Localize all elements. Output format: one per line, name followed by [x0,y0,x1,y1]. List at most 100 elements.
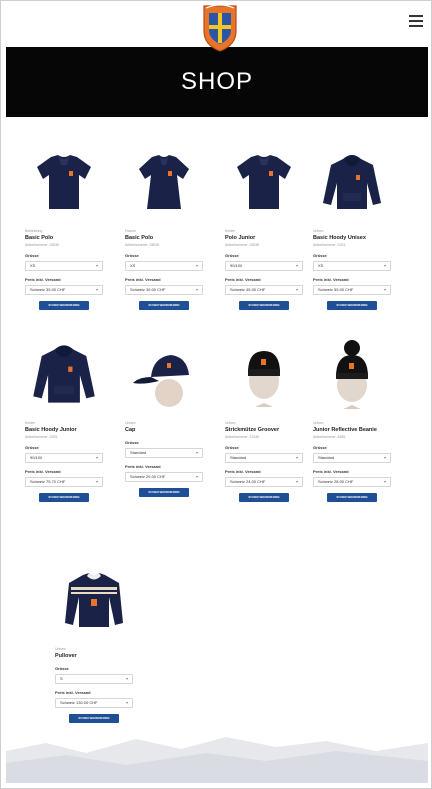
product-image[interactable] [125,141,203,223]
product-image[interactable] [313,333,391,415]
price-select[interactable]: Schweiz 29.00 CHF ▾ [125,471,203,482]
product-name[interactable]: Pullover [55,653,133,660]
product-name[interactable]: Strickmütze Groover [225,427,303,434]
chevron-down-icon: ▾ [95,263,98,269]
chevron-down-icon: ▾ [95,455,98,461]
hamburger-icon[interactable] [409,15,423,27]
hero-banner: SHOP [6,47,428,117]
add-to-cart-button[interactable]: IN DEN WARENKORB [39,492,89,502]
price-label: Preis inkl. Versand [225,468,261,474]
product-image[interactable] [225,333,303,415]
product-category: Unisex [55,647,66,651]
product-image[interactable] [313,141,391,223]
chevron-down-icon: ▾ [295,479,298,485]
chevron-down-icon: ▾ [195,474,198,480]
chevron-down-icon: ▾ [195,263,198,269]
product-card: Kinder Basic Hoody Junior Artikelnummer:… [25,333,103,502]
size-select[interactable]: XS ▾ [25,260,103,271]
chevron-down-icon: ▾ [295,455,298,461]
polo-shirt-icon [37,155,91,209]
size-label: Grösse [125,252,139,258]
price-label: Preis inkl. Versand [225,276,261,282]
chevron-down-icon: ▾ [383,287,386,293]
product-name[interactable]: Basic Hoody Unisex [313,235,391,242]
article-number: Artikelnummer: 28035 [225,242,260,247]
add-to-cart-button[interactable]: IN DEN WARENKORB [327,492,377,502]
article-number: Artikelnummer: 4655 [313,434,346,439]
product-name[interactable]: Basic Polo [25,235,103,242]
price-label: Preis inkl. Versand [25,468,61,474]
product-category: Unisex [313,229,324,233]
product-image[interactable] [225,141,303,223]
add-to-cart-button[interactable]: IN DEN WARENKORB [239,300,289,310]
article-number: Artikelnummer: 28030 [25,242,60,247]
product-image[interactable] [55,559,133,641]
size-select[interactable]: 90/100 ▾ [25,452,103,463]
product-category: Kinder [25,421,36,425]
product-category: Unisex [225,421,236,425]
size-select[interactable]: XS ▾ [125,260,203,271]
price-select[interactable]: Schweiz 28.00 CHF ▾ [313,476,391,487]
add-to-cart-button[interactable]: IN DEN WARENKORB [139,300,189,310]
article-number: Artikelnummer: 22340 [225,434,260,439]
size-select[interactable]: Standard ▾ [225,452,303,463]
product-category: Frauen [125,229,137,233]
product-card: Unisex Junior Reflective Beanie Artikeln… [313,333,391,502]
product-name[interactable]: Basic Polo [125,235,203,242]
price-label: Preis inkl. Versand [313,276,349,282]
size-select[interactable]: XS ▾ [313,260,391,271]
add-to-cart-button[interactable]: IN DEN WARENKORB [39,300,89,310]
size-label: Grösse [225,252,239,258]
size-select[interactable]: Standard ▾ [313,452,391,463]
add-to-cart-button[interactable]: IN DEN WARENKORB [139,487,189,497]
product-category: Unisex [313,421,324,425]
price-label: Preis inkl. Versand [25,276,61,282]
chevron-down-icon: ▾ [383,479,386,485]
product-card: Unisex Basic Hoody Unisex Artikelnummer:… [313,141,391,310]
product-name[interactable]: Basic Hoody Junior [25,427,103,434]
pullover-icon [65,573,123,627]
product-name[interactable]: Polo Junior [225,235,303,242]
size-label: Grösse [313,444,327,450]
product-category: Bekleidung [25,229,43,233]
article-number: Artikelnummer: 28025 [125,242,160,247]
product-image[interactable] [25,333,103,415]
size-select[interactable]: S ▾ [55,673,133,684]
size-select[interactable]: 90/100 ▾ [225,260,303,271]
price-select[interactable]: Schweiz 130.00 CHF ▾ [55,697,133,708]
add-to-cart-button[interactable]: IN DEN WARENKORB [69,713,119,723]
product-name[interactable]: Junior Reflective Beanie [313,427,391,434]
size-label: Grösse [225,444,239,450]
chevron-down-icon: ▾ [125,676,128,682]
add-to-cart-button[interactable]: IN DEN WARENKORB [239,492,289,502]
add-to-cart-button[interactable]: IN DEN WARENKORB [327,300,377,310]
price-select[interactable]: Schweiz 45.00 CHF ▾ [225,284,303,295]
price-select[interactable]: Schweiz 59.00 CHF ▾ [313,284,391,295]
product-category: Kinder [225,229,236,233]
article-number: Artikelnummer: 2205 [25,434,58,439]
size-label: Grösse [25,252,39,258]
product-card: Frauen Basic Polo Artikelnummer: 28025 G… [125,141,203,310]
chevron-down-icon: ▾ [295,263,298,269]
price-label: Preis inkl. Versand [125,463,161,469]
price-select[interactable]: Schweiz 39.00 CHF ▾ [25,284,103,295]
price-label: Preis inkl. Versand [125,276,161,282]
product-image[interactable] [125,333,203,415]
chevron-down-icon: ▾ [195,287,198,293]
price-select[interactable]: Schweiz 75.70 CHF ▾ [25,476,103,487]
size-label: Grösse [313,252,327,258]
product-name[interactable]: Cap [125,427,203,434]
size-select[interactable]: Standard ▾ [125,447,203,458]
price-select[interactable]: Schweiz 24.00 CHF ▾ [225,476,303,487]
product-category: Unisex [125,421,136,425]
cap-icon [133,355,189,407]
club-crest-icon[interactable] [201,3,239,53]
mountain-footer-graphic [6,737,428,783]
product-card: Unisex Strickmütze Groover Artikelnummer… [225,333,303,502]
price-select[interactable]: Schweiz 39.00 CHF ▾ [125,284,203,295]
polo-shirt-icon [139,155,189,209]
product-card: Bekleidung Basic Polo Artikelnummer: 280… [25,141,103,310]
product-image[interactable] [25,141,103,223]
chevron-down-icon: ▾ [195,450,198,456]
chevron-down-icon: ▾ [383,263,386,269]
